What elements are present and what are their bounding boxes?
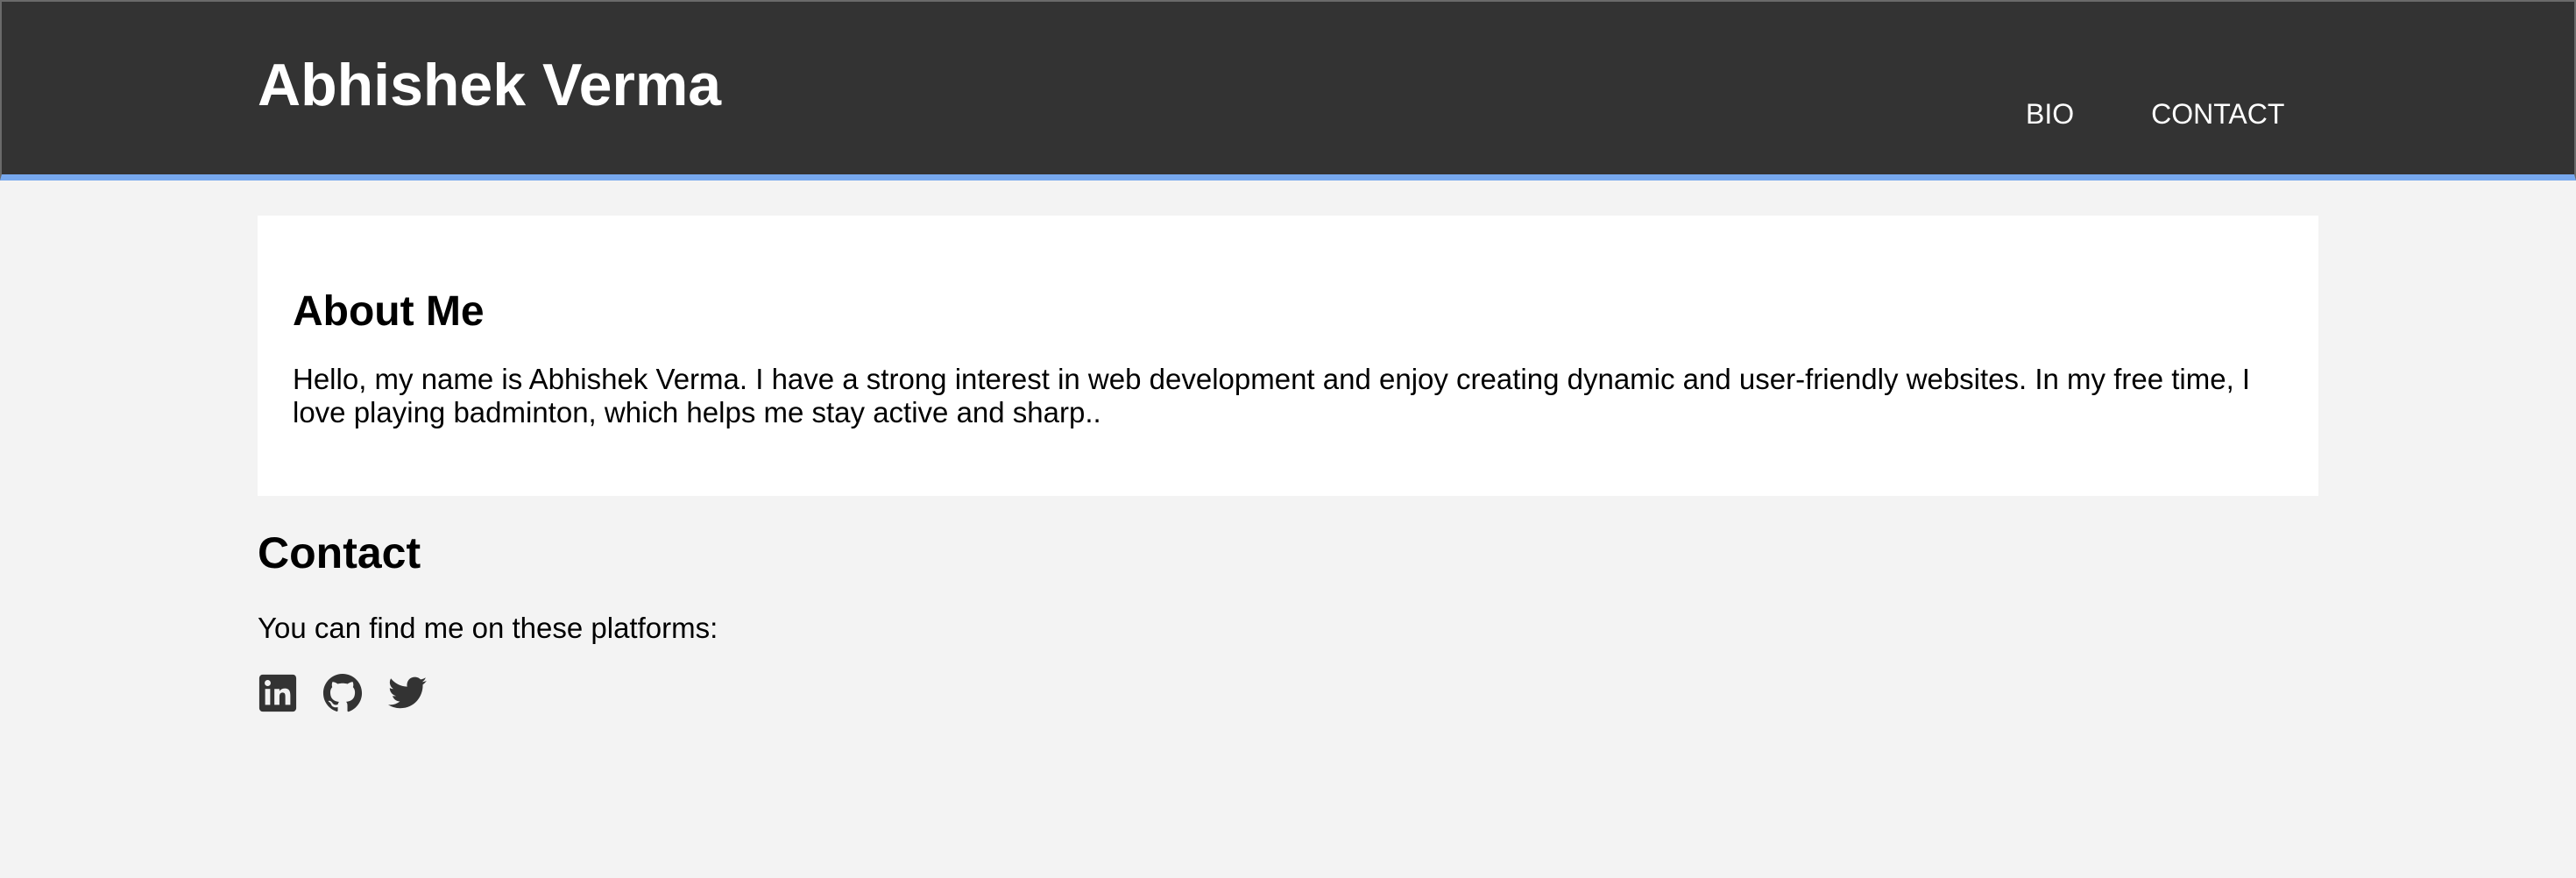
- about-heading: About Me: [293, 288, 485, 335]
- social-icons: [258, 673, 2318, 713]
- site-header: Abhishek Verma BIO CONTACT: [0, 0, 2576, 181]
- about-text: Hello, my name is Abhishek Verma. I have…: [293, 363, 2251, 428]
- linkedin-icon[interactable]: [258, 673, 298, 713]
- twitter-icon[interactable]: [387, 673, 428, 713]
- contact-text: You can find me on these platforms:: [258, 612, 718, 644]
- nav-link-contact[interactable]: CONTACT: [2151, 96, 2284, 131]
- nav-link-bio[interactable]: BIO: [2026, 96, 2074, 131]
- contact-heading: Contact: [258, 528, 421, 577]
- main-nav: BIO CONTACT: [1973, 96, 2284, 131]
- contact-section: Contact You can find me on these platfor…: [258, 522, 2318, 713]
- github-icon[interactable]: [322, 673, 363, 713]
- about-section: About Me Hello, my name is Abhishek Verm…: [258, 216, 2318, 496]
- site-title: Abhishek Verma: [258, 52, 722, 118]
